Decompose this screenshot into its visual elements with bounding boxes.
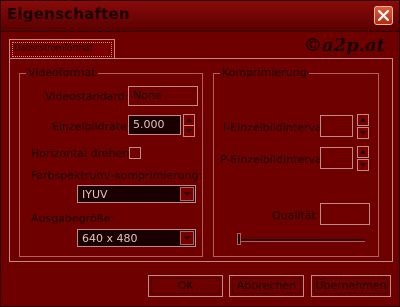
compression-group-title: Komprimierung xyxy=(220,66,309,79)
quality-label: Qualität: xyxy=(272,209,320,222)
ok-button-border xyxy=(151,278,220,294)
chevron-down-icon xyxy=(184,192,190,196)
properties-dialog: Eigenschaften Datenstromformat ©a2p.at V… xyxy=(0,0,400,307)
videostandard-label: Videostandard: xyxy=(45,90,129,103)
cancel-button-border xyxy=(232,278,301,294)
arrow-up-icon xyxy=(360,118,366,122)
quality-slider-track[interactable] xyxy=(237,239,365,242)
color-space-label: Farbspektrum/-komprimierung: xyxy=(31,169,203,182)
framerate-input[interactable]: 5.000 xyxy=(128,115,181,135)
chevron-down-icon xyxy=(184,236,190,240)
i-frame-spin-up[interactable] xyxy=(357,114,369,126)
title-bar[interactable]: Eigenschaften xyxy=(1,1,399,32)
framerate-label: Einzelbildrate: xyxy=(52,120,131,133)
i-frame-interval-label: I-Einzelbildintervall: xyxy=(223,121,332,134)
color-space-dropdown-button[interactable] xyxy=(180,187,194,201)
output-size-dropdown-button[interactable] xyxy=(180,231,194,245)
flip-horizontal-label: Horizontal drehen: xyxy=(31,147,134,160)
p-frame-interval-label: P-Einzelbildintervall: xyxy=(220,153,332,166)
color-space-select[interactable]: IYUV xyxy=(77,185,196,203)
quality-slider-thumb[interactable] xyxy=(237,233,241,245)
cancel-button[interactable]: Abbrechen xyxy=(229,275,304,297)
videostandard-field: None xyxy=(128,86,198,106)
arrow-up-icon xyxy=(360,150,366,154)
output-size-value: 640 x 480 xyxy=(82,232,138,245)
apply-button-border xyxy=(314,278,388,294)
tab-stream-format[interactable]: Datenstromformat xyxy=(9,39,115,59)
i-frame-spin-down[interactable] xyxy=(357,127,369,139)
video-format-group-title: Videoformat xyxy=(26,66,98,79)
p-frame-interval-input[interactable] xyxy=(320,147,353,169)
window-title: Eigenschaften xyxy=(7,5,130,23)
arrow-down-icon xyxy=(360,131,366,135)
p-frame-spin-up[interactable] xyxy=(357,146,369,158)
output-size-label: Ausgabegröße: xyxy=(31,212,115,225)
brand-logo: ©a2p.at xyxy=(303,35,385,56)
flip-horizontal-checkbox[interactable] xyxy=(129,147,141,159)
close-icon xyxy=(378,10,389,21)
quality-input[interactable] xyxy=(320,203,370,225)
p-frame-spin-down[interactable] xyxy=(357,159,369,171)
framerate-spin-down[interactable] xyxy=(183,125,195,137)
arrow-down-icon xyxy=(186,129,192,133)
apply-button[interactable]: Übernehmen xyxy=(311,275,391,297)
i-frame-interval-input[interactable] xyxy=(320,115,353,137)
arrow-down-icon xyxy=(360,163,366,167)
close-button[interactable] xyxy=(374,6,393,25)
ok-button[interactable]: OK xyxy=(148,275,223,297)
color-space-value: IYUV xyxy=(82,188,108,201)
output-size-select[interactable]: 640 x 480 xyxy=(77,229,196,247)
arrow-up-icon xyxy=(186,118,192,122)
tab-label: Datenstromformat xyxy=(14,43,93,54)
